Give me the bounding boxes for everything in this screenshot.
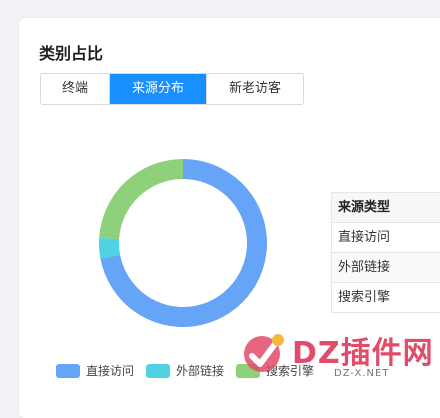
watermark-logo-icon	[244, 334, 284, 372]
source-type-table: 来源类型 直接访问 外部链接 搜索引擎	[331, 192, 440, 313]
donut-chart	[99, 159, 267, 327]
tab-source-distribution[interactable]: 来源分布	[109, 74, 206, 104]
tab-group: 终端 来源分布 新老访客	[40, 73, 304, 105]
watermark-subtext: DZ-X.NET	[334, 368, 390, 379]
legend-label: 外部链接	[176, 364, 225, 378]
table-row: 搜索引擎	[332, 283, 440, 313]
watermark-logo: DZ插件网 DZ-X.NET	[238, 322, 438, 384]
panel-title: 类别占比	[39, 44, 104, 63]
legend-swatch	[56, 363, 80, 378]
legend-label: 直接访问	[86, 364, 135, 378]
donut-slice-external[interactable]	[99, 237, 121, 259]
table-row: 外部链接	[332, 253, 440, 283]
donut-slice-search[interactable]	[99, 159, 183, 239]
legend-item-direct[interactable]: 直接访问	[56, 362, 134, 379]
table-row: 直接访问	[332, 223, 440, 253]
legend-item-external[interactable]: 外部链接	[146, 362, 224, 379]
watermark-text: DZ插件网	[292, 336, 434, 371]
table-header: 来源类型	[332, 193, 440, 223]
tab-new-returning-visitors[interactable]: 新老访客	[206, 74, 303, 104]
legend-swatch	[146, 363, 171, 378]
tab-terminal[interactable]: 终端	[41, 74, 109, 104]
